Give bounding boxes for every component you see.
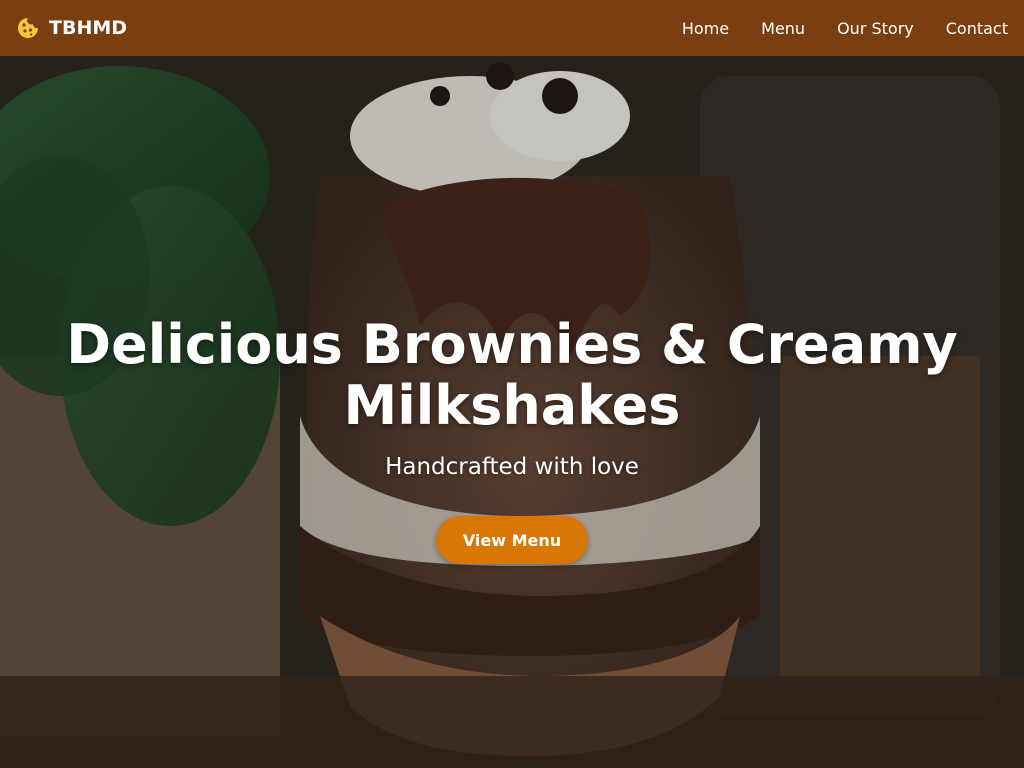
- cookie-icon: [16, 16, 40, 40]
- hero-title: Delicious Brownies & Creamy Milkshakes: [66, 313, 958, 437]
- nav-link-our-story[interactable]: Our Story: [837, 19, 914, 38]
- nav-link-contact[interactable]: Contact: [946, 19, 1008, 38]
- hero-subtitle: Handcrafted with love: [385, 454, 639, 480]
- nav-menu: Home Menu Our Story Contact: [682, 19, 1008, 38]
- nav-link-menu[interactable]: Menu: [761, 19, 805, 38]
- brand-name: TBHMD: [49, 17, 128, 39]
- hero-content: Delicious Brownies & Creamy Milkshakes H…: [0, 56, 1024, 768]
- view-menu-button[interactable]: View Menu: [436, 516, 588, 564]
- nav-link-home[interactable]: Home: [682, 19, 729, 38]
- navbar: TBHMD Home Menu Our Story Contact: [0, 0, 1024, 56]
- brand-logo[interactable]: TBHMD: [16, 16, 127, 40]
- hero-section: Delicious Brownies & Creamy Milkshakes H…: [0, 56, 1024, 768]
